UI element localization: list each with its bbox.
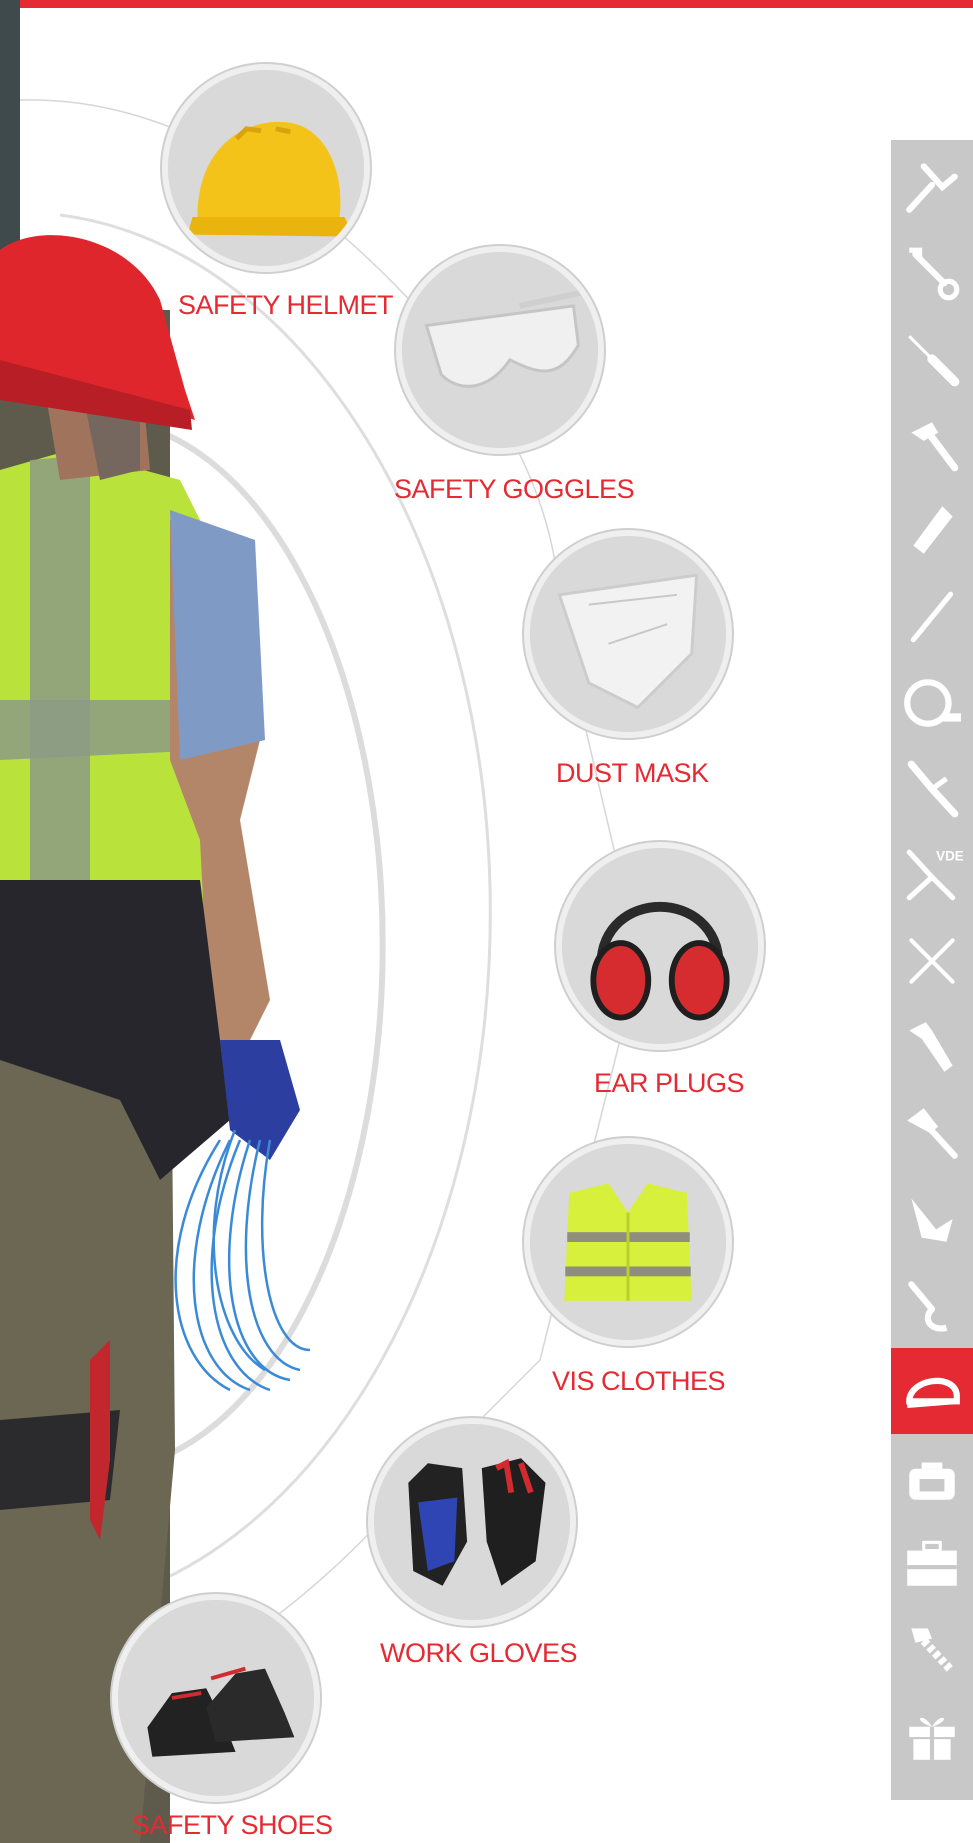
scraper-icon[interactable] — [891, 1090, 973, 1176]
screwdriver-icon[interactable] — [891, 316, 973, 402]
toolbox-icon[interactable] — [891, 1520, 973, 1606]
ear-plugs-label: EAR PLUGS — [594, 1068, 745, 1098]
pipe-wrench-icon[interactable] — [891, 1004, 973, 1090]
safety-goggles-label: SAFETY GOGGLES — [394, 474, 635, 504]
safety-helmet-label: SAFETY HELMET — [178, 290, 394, 320]
chisel-icon[interactable] — [891, 574, 973, 660]
pruning-shears-icon[interactable] — [891, 1262, 973, 1348]
work-gloves-label: WORK GLOVES — [380, 1638, 578, 1668]
crimping-pliers-icon[interactable] — [891, 746, 973, 832]
fasteners-icon[interactable] — [891, 1606, 973, 1692]
wrench-icon[interactable] — [891, 230, 973, 316]
safety-helmet-icon[interactable] — [891, 1348, 973, 1434]
ear-muffs-image[interactable] — [556, 842, 764, 1050]
tool-bag-icon[interactable] — [891, 1434, 973, 1520]
dust-mask-label: DUST MASK — [556, 758, 709, 788]
svg-text:VDE: VDE — [936, 849, 963, 864]
safety-goggles-image[interactable] — [396, 246, 604, 454]
vde-pliers-icon[interactable]: VDE — [891, 832, 973, 918]
safety-helmet-image[interactable] — [162, 64, 370, 272]
dust-mask-image[interactable] — [524, 530, 732, 738]
safety-shoes-label: SAFETY SHOES — [132, 1810, 333, 1840]
pliers-icon[interactable] — [891, 144, 973, 230]
gift-set-icon[interactable] — [891, 1692, 973, 1778]
crossed-tools-icon[interactable] — [891, 918, 973, 1004]
safety-shoes-image[interactable] — [112, 1594, 320, 1802]
work-gloves-image[interactable] — [368, 1418, 576, 1626]
hi-vis-vest-image[interactable] — [524, 1138, 732, 1346]
tape-measure-icon[interactable] — [891, 660, 973, 746]
utility-knife-icon[interactable] — [891, 488, 973, 574]
category-sidebar: VDE — [891, 140, 973, 1800]
hammer-icon[interactable] — [891, 402, 973, 488]
vis-clothes-label: VIS CLOTHES — [552, 1366, 726, 1396]
multitool-icon[interactable] — [891, 1176, 973, 1262]
